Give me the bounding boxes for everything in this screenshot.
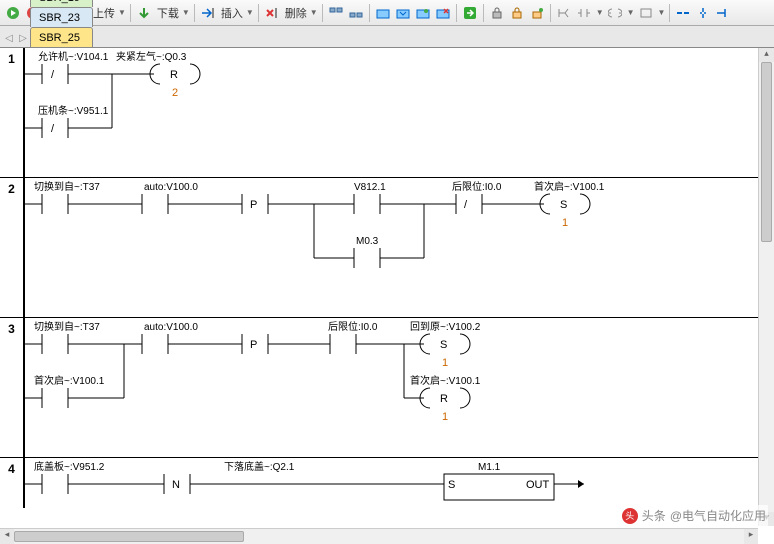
go-icon[interactable] [461, 4, 479, 22]
run-icon[interactable] [4, 4, 22, 22]
coil-label: 首次启~:V100.1 [410, 374, 481, 387]
coil-op: R [170, 69, 178, 81]
coil-label: 夹紧左气~:Q0.3 [116, 50, 187, 63]
rung-number: 1 [0, 48, 24, 177]
lock3-icon[interactable] [528, 4, 546, 22]
coil-val: 2 [172, 87, 178, 99]
watermark-logo-icon: 头 [622, 508, 638, 524]
svg-text:/: / [51, 123, 55, 135]
scroll-left-icon[interactable]: ◂ [0, 529, 14, 544]
coil-op: S [440, 339, 447, 351]
wire-h-icon[interactable] [674, 4, 692, 22]
insert-icon[interactable] [199, 4, 217, 22]
scroll-right-icon[interactable]: ▸ [744, 529, 758, 544]
n-contact: N [172, 479, 180, 491]
contact-label: 切换到自~:T37 [34, 180, 100, 193]
tab-prev-icon[interactable]: ◁ [2, 29, 16, 47]
rung-number: 4 [0, 458, 24, 508]
p-contact: P [250, 199, 257, 211]
lock2-icon[interactable] [508, 4, 526, 22]
group2-icon[interactable] [347, 4, 365, 22]
contact-label: 首次启~:V100.1 [34, 374, 105, 387]
insert-label[interactable]: 插入 [221, 5, 243, 21]
contact-label: 切换到自~:T37 [34, 320, 100, 333]
contact-label: 压机条~:V951.1 [38, 104, 109, 117]
contact-label: 底盖板~:V951.2 [34, 460, 105, 473]
rung-number: 3 [0, 318, 24, 457]
contact-label: 后限位:I0.0 [328, 320, 378, 333]
folder2-icon[interactable] [394, 4, 412, 22]
box-pin: S [448, 479, 455, 491]
contact-label: 后限位:I0.0 [452, 180, 502, 193]
wire-v-icon[interactable] [694, 4, 712, 22]
tab-bar: ◁ ▷ MAINSBR_0×SBR_1SBR_2SBR_3SBR_4SBR_16… [0, 26, 774, 48]
scroll-thumb[interactable] [14, 531, 244, 542]
coil-label: 首次启~:V100.1 [534, 180, 605, 193]
delete-icon[interactable] [263, 4, 281, 22]
coil-label: 回到原~:V100.2 [410, 321, 481, 333]
p-contact: P [250, 339, 257, 351]
coil-op: S [560, 199, 567, 211]
box-icon[interactable] [637, 4, 655, 22]
coil-val: 1 [442, 411, 448, 423]
rung-number: 2 [0, 178, 24, 317]
coil-val: 1 [442, 357, 448, 369]
box-label: M1.1 [478, 462, 501, 473]
toolbar: 上传▼ 下载▼ 插入▼ 删除▼ ▼ ▼ ▼ [0, 0, 774, 26]
contact-label: 下落底盖~:Q2.1 [224, 460, 295, 473]
scroll-up-icon[interactable]: ▴ [759, 48, 774, 62]
lock1-icon[interactable] [488, 4, 506, 22]
svg-text:/: / [464, 199, 468, 211]
folder-x-icon[interactable] [434, 4, 452, 22]
horizontal-scrollbar[interactable]: ◂ ▸ [0, 528, 758, 544]
tab-SBR_25[interactable]: SBR_25 [30, 27, 93, 47]
coil-op: R [440, 393, 448, 405]
contact-label: auto:V100.0 [144, 182, 198, 193]
delete-label[interactable]: 删除 [285, 5, 307, 21]
vertical-scrollbar[interactable]: ▴ ▾ [758, 48, 774, 526]
scroll-thumb[interactable] [761, 62, 772, 242]
ladder-editor[interactable]: 1 允许机~:V104.1 / 夹紧左气~:Q0.3 R 2 压机条~:V951… [0, 48, 774, 526]
upload-label[interactable]: 上传 [93, 5, 115, 21]
group1-icon[interactable] [327, 4, 345, 22]
coil-icon[interactable] [606, 4, 624, 22]
contact-label: 允许机~:V104.1 [38, 50, 109, 63]
download-label[interactable]: 下载 [157, 5, 179, 21]
box-pin: OUT [526, 479, 550, 491]
folder1-icon[interactable] [374, 4, 392, 22]
svg-text:/: / [51, 69, 55, 81]
contact-label: M0.3 [356, 236, 379, 247]
watermark: 头 头条 @电气自动化应用 [620, 505, 768, 526]
tab-SBR_19[interactable]: SBR_19 [30, 0, 93, 7]
wire-end-icon[interactable] [714, 4, 732, 22]
contact-label: auto:V100.0 [144, 322, 198, 333]
tab-SBR_23[interactable]: SBR_23 [30, 7, 93, 27]
coil-val: 1 [562, 217, 568, 229]
branch-icon[interactable] [555, 4, 573, 22]
tab-next-icon[interactable]: ▷ [16, 29, 30, 47]
contact-icon[interactable] [575, 4, 593, 22]
folder3-icon[interactable] [414, 4, 432, 22]
contact-label: V812.1 [354, 182, 386, 193]
download-icon[interactable] [135, 4, 153, 22]
